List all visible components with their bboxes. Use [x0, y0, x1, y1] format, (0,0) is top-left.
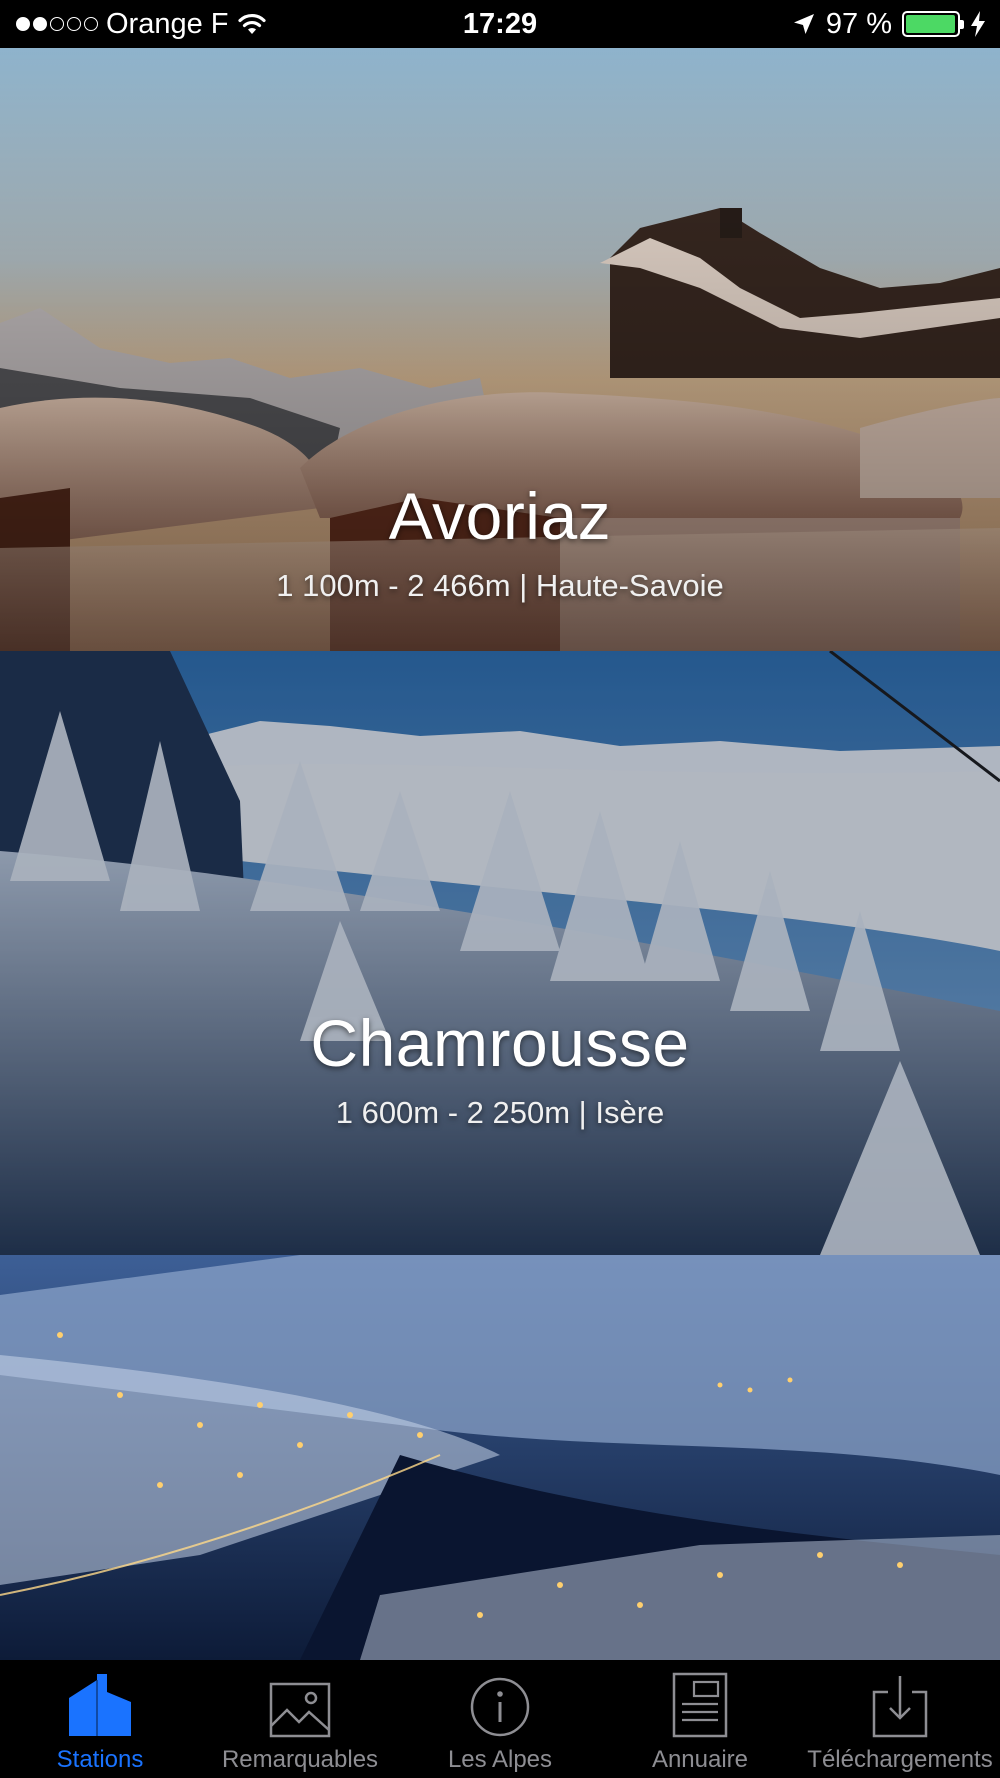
tab-label: Les Alpes — [447, 1746, 553, 1773]
tab-stations[interactable]: Stations — [0, 1660, 200, 1774]
signal-strength-icon — [16, 17, 98, 31]
tab-bar: Stations Remarquables Les Alpes Annuaire… — [0, 1660, 1000, 1778]
house-icon — [69, 1674, 131, 1736]
station-caption: Chamrousse 1 600m - 2 250m | Isère — [0, 1005, 1000, 1131]
station-name: Avoriaz — [388, 479, 612, 553]
tab-label: Téléchargements — [807, 1746, 993, 1773]
image-icon — [269, 1682, 331, 1738]
station-altitude-region: 1 600m - 2 250m | Isère — [335, 1095, 665, 1130]
charging-bolt-icon — [971, 11, 985, 37]
tab-telechargements[interactable]: Téléchargements — [800, 1660, 1000, 1774]
tab-les-alpes[interactable]: Les Alpes — [400, 1660, 600, 1774]
tab-remarquables[interactable]: Remarquables — [200, 1660, 400, 1774]
battery-percent: 97 % — [825, 7, 892, 40]
tab-label: Annuaire — [651, 1746, 749, 1773]
status-right: 97 % — [792, 8, 986, 41]
station-caption: Avoriaz 1 100m - 2 466m | Haute-Savoie — [0, 478, 1000, 604]
station-altitude-region: 1 100m - 2 466m | Haute-Savoie — [276, 568, 724, 603]
battery-level — [906, 15, 955, 33]
battery-icon — [902, 11, 964, 37]
info-icon — [470, 1677, 530, 1737]
station-photo — [0, 651, 1000, 1255]
carrier-name: Orange F — [106, 7, 229, 40]
tab-annuaire[interactable]: Annuaire — [600, 1660, 800, 1774]
document-icon — [672, 1672, 728, 1738]
station-card-avoriaz[interactable]: Avoriaz 1 100m - 2 466m | Haute-Savoie — [0, 48, 1000, 651]
station-photo — [0, 1255, 1000, 1660]
tab-label: Stations — [56, 1746, 144, 1773]
station-list[interactable]: Avoriaz 1 100m - 2 466m | Haute-Savoie C… — [0, 48, 1000, 1660]
wifi-icon — [237, 13, 266, 34]
status-bar: Orange F 17:29 97 % — [0, 0, 1000, 48]
tab-label: Remarquables — [221, 1746, 379, 1773]
location-arrow-icon — [793, 14, 814, 34]
station-card-3[interactable] — [0, 1255, 1000, 1660]
status-left: Orange F — [16, 8, 267, 41]
station-name: Chamrousse — [310, 1006, 690, 1080]
station-card-chamrousse[interactable]: Chamrousse 1 600m - 2 250m | Isère — [0, 651, 1000, 1255]
download-icon — [872, 1676, 928, 1738]
